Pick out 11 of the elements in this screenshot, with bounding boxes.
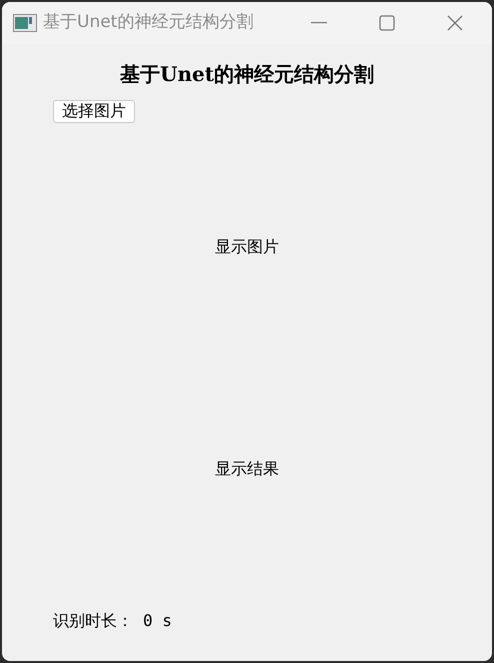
minimize-icon <box>311 22 327 24</box>
result-placeholder-label: 显示结果 <box>215 458 279 480</box>
close-icon <box>447 15 463 31</box>
window-title: 基于Unet的神经元结构分割 <box>43 11 254 34</box>
app-heading: 基于Unet的神经元结构分割 <box>120 61 374 88</box>
app-icon <box>13 14 37 32</box>
image-placeholder-label: 显示图片 <box>215 236 279 258</box>
duration-value: 0 s <box>143 610 172 632</box>
select-image-button[interactable]: 选择图片 <box>53 100 135 122</box>
duration-label: 识别时长： <box>53 610 133 632</box>
maximize-icon <box>379 15 395 31</box>
